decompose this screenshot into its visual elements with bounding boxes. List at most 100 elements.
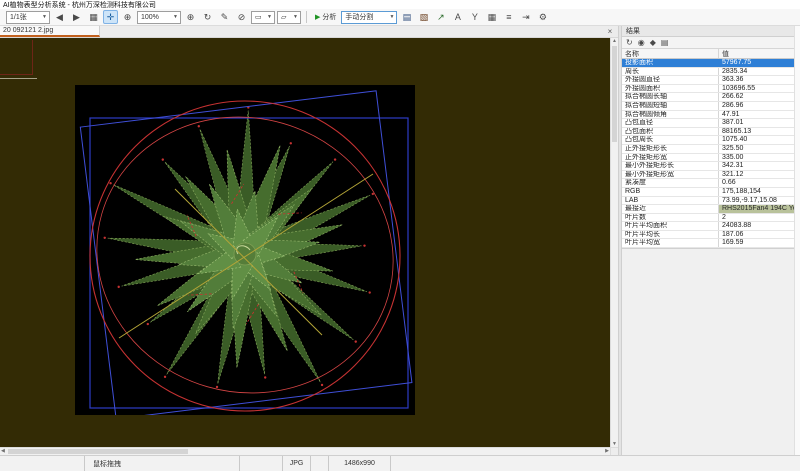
content-area: 20 092121 2.jpg × xyxy=(0,26,800,455)
table-row[interactable]: 投影面积57967.75 xyxy=(622,59,800,68)
magnifier-icon[interactable]: ⊕ xyxy=(120,10,135,24)
vertical-scrollbar[interactable]: ▲ ▼ xyxy=(610,38,618,447)
table-row[interactable]: 正外接矩形宽335.00 xyxy=(622,154,800,163)
label-a-icon[interactable]: A xyxy=(450,10,465,24)
report-icon[interactable]: ▧ xyxy=(416,10,431,24)
rect-tool-select-label: ▭ xyxy=(255,13,262,21)
results-panel-title: 结果 xyxy=(622,26,800,37)
snapshot-icon[interactable]: ◉ xyxy=(638,38,645,48)
navigator-line xyxy=(0,78,37,79)
table-row[interactable]: 拟合椭圆长轴266.62 xyxy=(622,93,800,102)
cancel-icon[interactable]: ⊘ xyxy=(234,10,249,24)
row-value: 88165.13 xyxy=(719,128,800,136)
row-label: LAB xyxy=(622,197,719,205)
chevron-down-icon: ▼ xyxy=(267,14,272,20)
zoom-in-icon[interactable]: ⊕ xyxy=(183,10,198,24)
row-value: 342.31 xyxy=(719,162,800,170)
results-table: 名称值 投影面积57967.75周长2835.34外接圆直径363.36外接圆面… xyxy=(622,49,800,249)
scroll-up-icon[interactable]: ▲ xyxy=(611,38,618,44)
scroll-left-icon[interactable]: ◀ xyxy=(1,448,5,455)
row-label: RGB xyxy=(622,188,719,196)
row-value: 2 xyxy=(719,214,800,222)
export-report-icon[interactable]: ▤ xyxy=(661,38,669,48)
row-value: 47.91 xyxy=(719,111,800,119)
play-icon: ▶ xyxy=(315,13,320,21)
application-window: AI植物表型分析系统 - 杭州万深检测科技有限公司 1/1张▼◀▶▦✛⊕100%… xyxy=(0,0,800,471)
vertical-scroll-thumb[interactable] xyxy=(612,46,617,142)
shape-tool-select[interactable]: ▱▼ xyxy=(277,11,301,24)
chart-icon[interactable]: ↗ xyxy=(433,10,448,24)
next-image-icon[interactable]: ▶ xyxy=(69,10,84,24)
scroll-corner xyxy=(610,447,618,455)
table-row[interactable]: 最小外接矩形长342.31 xyxy=(622,162,800,171)
image-canvas[interactable] xyxy=(0,38,610,447)
horizontal-scrollbar[interactable]: ◀ ▶ xyxy=(0,447,610,455)
clear-icon[interactable]: ◆ xyxy=(650,38,656,48)
hscroll-row: ◀ ▶ xyxy=(0,447,618,455)
table-row[interactable]: 叶片数2 xyxy=(622,214,800,223)
table-row[interactable]: 拟合椭圆倾角47.91 xyxy=(622,111,800,120)
grid-view-icon[interactable]: ▦ xyxy=(484,10,499,24)
window-title-bar: AI植物表型分析系统 - 杭州万深检测科技有限公司 xyxy=(0,0,800,9)
table-row[interactable]: 叶片平均宽169.59 xyxy=(622,239,800,248)
row-label: 正外接矩形长 xyxy=(622,145,719,153)
row-value: 335.00 xyxy=(719,154,800,162)
table-row[interactable]: 正外接矩形长325.50 xyxy=(622,145,800,154)
row-label: 外接圆直径 xyxy=(622,76,719,84)
table-row[interactable]: 最接近RHS2015Fan4 194C Yellow-Green xyxy=(622,205,800,214)
settings-gear-icon[interactable]: ⚙ xyxy=(535,10,550,24)
export-icon[interactable]: ⇥ xyxy=(518,10,533,24)
prev-image-icon[interactable]: ◀ xyxy=(52,10,67,24)
horizontal-scroll-thumb[interactable] xyxy=(8,449,188,454)
table-row[interactable]: LAB73.99,-9.17,15.08 xyxy=(622,197,800,206)
close-icon[interactable]: × xyxy=(602,26,618,37)
y-axis-icon[interactable]: Y xyxy=(467,10,482,24)
analyze-button-label: 分析 xyxy=(322,12,336,22)
table-row[interactable]: RGB175,188,154 xyxy=(622,188,800,197)
table-row[interactable]: 叶片平均长187.06 xyxy=(622,231,800,240)
shape-tool-select-label: ▱ xyxy=(281,13,286,21)
row-value: 286.96 xyxy=(719,102,800,110)
status-segment-empty-4 xyxy=(391,456,800,471)
document-tab[interactable]: 20 092121 2.jpg xyxy=(0,26,100,37)
row-label: 周长 xyxy=(622,68,719,76)
save-image-icon[interactable]: ▤ xyxy=(399,10,414,24)
scroll-right-icon[interactable]: ▶ xyxy=(605,448,609,455)
pan-tool-icon[interactable]: ✛ xyxy=(103,10,118,24)
page-selector[interactable]: 1/1张▼ xyxy=(6,11,50,24)
edit-icon[interactable]: ✎ xyxy=(217,10,232,24)
page-selector-label: 1/1张 xyxy=(10,12,27,22)
table-row[interactable]: 凸包周长1075.40 xyxy=(622,136,800,145)
row-label: 叶片数 xyxy=(622,214,719,222)
row-label: 最接近 xyxy=(622,205,719,213)
rotate-icon[interactable]: ↻ xyxy=(200,10,215,24)
row-label: 凸包周长 xyxy=(622,136,719,144)
row-value: 363.36 xyxy=(719,76,800,84)
segment-mode-select[interactable]: 手动分割▼ xyxy=(341,11,397,24)
table-row[interactable]: 凸包直径387.01 xyxy=(622,119,800,128)
panel-scrollbar[interactable] xyxy=(794,26,800,455)
thumbnail-icon[interactable]: ▦ xyxy=(86,10,101,24)
row-value: 1075.40 xyxy=(719,136,800,144)
row-value: 175,188,154 xyxy=(719,188,800,196)
table-row[interactable]: 拟合椭圆短轴286.96 xyxy=(622,102,800,111)
table-row[interactable]: 凸包面积88165.13 xyxy=(622,128,800,137)
table-row[interactable]: 外接圆直径363.36 xyxy=(622,76,800,85)
table-row[interactable]: 最小外接矩形宽321.12 xyxy=(622,171,800,180)
zoom-level-select[interactable]: 100%▼ xyxy=(137,11,181,24)
list-view-icon[interactable]: ≡ xyxy=(501,10,516,24)
chevron-down-icon: ▼ xyxy=(389,14,394,20)
row-value: 321.12 xyxy=(719,171,800,179)
scroll-down-icon[interactable]: ▼ xyxy=(611,441,618,447)
tab-strip: 20 092121 2.jpg × xyxy=(0,26,618,38)
analyzed-image[interactable] xyxy=(75,85,415,415)
status-hint: 鼠标拖拽 xyxy=(85,456,240,471)
refresh-icon[interactable]: ↻ xyxy=(626,38,633,48)
table-row[interactable]: 叶片平均面积24083.88 xyxy=(622,222,800,231)
document-column: 20 092121 2.jpg × xyxy=(0,26,618,455)
table-row[interactable]: 周长2835.34 xyxy=(622,68,800,77)
rect-tool-select[interactable]: ▭▼ xyxy=(251,11,275,24)
analyze-button[interactable]: ▶分析 xyxy=(312,10,339,24)
table-row[interactable]: 外接圆面积103696.55 xyxy=(622,85,800,94)
table-row[interactable]: 紧凑度0.66 xyxy=(622,179,800,188)
